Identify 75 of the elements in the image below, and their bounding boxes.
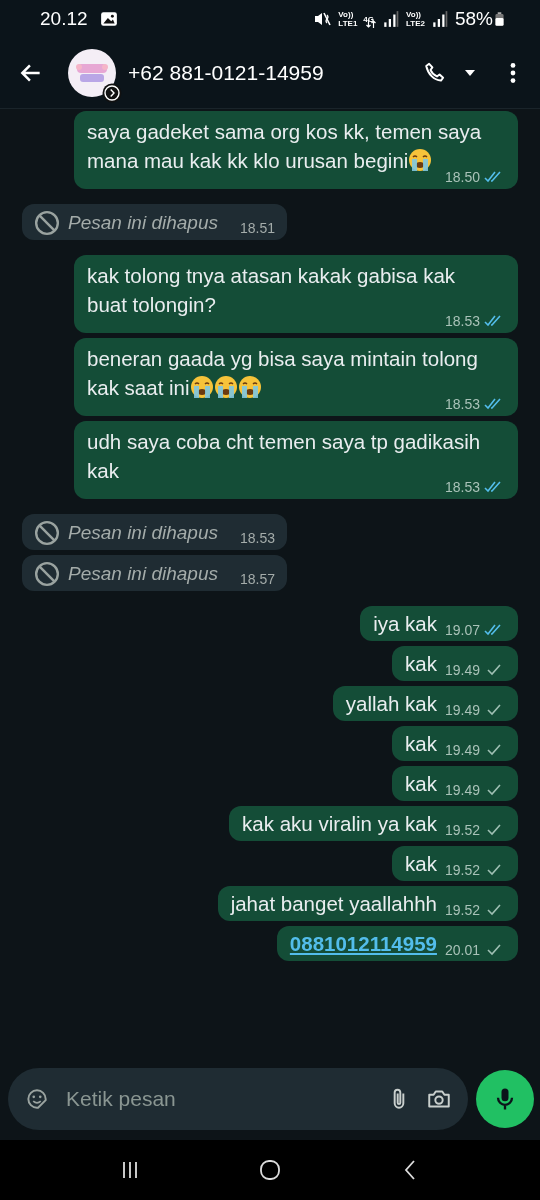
message-time: 18.57 — [240, 571, 276, 587]
signal-icon — [382, 10, 400, 28]
message-time: 18.53 — [444, 479, 480, 495]
message-text: udh saya coba cht temen saya tp gadikasih kak — [87, 429, 482, 482]
message-field[interactable]: Ketik pesan — [8, 1068, 468, 1130]
message-text: kak aku viralin ya kak — [242, 811, 437, 837]
deleted-text: Pesan ini dihapus — [68, 212, 218, 234]
sim-label: Vo)) LTE1 — [338, 10, 358, 28]
message-bubble[interactable]: kak 19.49 — [392, 726, 518, 761]
deleted-message[interactable]: Pesan ini dihapus 18.57 — [22, 555, 288, 591]
contact-name[interactable]: +62 881-0121-14959 — [128, 61, 422, 85]
message-time: 20.01 — [444, 942, 480, 958]
message-text: kak — [405, 651, 437, 677]
battery-percent: 58% — [454, 8, 493, 30]
message-time: 18.53 — [444, 313, 480, 329]
message-time: 19.49 — [444, 782, 480, 798]
deleted-message[interactable]: Pesan ini dihapus 18.53 — [22, 514, 288, 550]
message-bubble[interactable]: kak 19.52 — [392, 846, 518, 881]
message-time: 19.52 — [444, 822, 480, 838]
message-bubble[interactable]: 0881012114959 20.01 — [276, 926, 518, 961]
message-bubble[interactable]: saya gadeket sama org kos kk, temen saya mana mau kak kk klo urusan begini 18.50 — [74, 111, 518, 189]
home-icon[interactable] — [258, 1158, 282, 1182]
blocked-icon — [34, 520, 60, 546]
message-input[interactable]: Ketik pesan — [64, 1086, 372, 1112]
message-text: yallah kak — [345, 691, 437, 717]
message-text: kak — [405, 771, 437, 797]
message-text: kak tolong tnya atasan kakak gabisa kak buat tolongin? — [87, 263, 457, 316]
message-time: 18.53 — [444, 396, 480, 412]
sim-label: Vo)) LTE2 — [406, 10, 425, 28]
message-bubble[interactable]: beneran gaada yg bisa saya mintain tolong kak saat ini 18.53 — [74, 338, 518, 416]
phone-link[interactable]: 0881012114959 — [289, 929, 437, 958]
message-time: 19.49 — [444, 702, 480, 718]
message-bubble[interactable]: kak tolong tnya atasan kakak gabisa kak buat tolongin? 18.53 — [74, 255, 518, 333]
avatar[interactable] — [68, 49, 116, 97]
message-bubble[interactable]: kak 19.49 — [392, 766, 518, 801]
message-time: 19.49 — [444, 662, 480, 678]
blocked-icon — [34, 561, 60, 587]
message-time: 19.49 — [444, 742, 480, 758]
deleted-message[interactable]: Pesan ini dihapus 18.51 — [22, 204, 288, 240]
mute-icon — [314, 10, 333, 28]
status-time: 20.12 — [40, 8, 88, 30]
crying-face-icon — [408, 148, 433, 172]
message-bubble[interactable]: kak 19.49 — [392, 646, 518, 681]
message-text: kak — [405, 851, 437, 877]
message-bubble[interactable]: kak aku viralin ya kak 19.52 — [229, 806, 518, 841]
microphone-button[interactable] — [476, 1070, 534, 1128]
message-bubble[interactable]: yallah kak 19.49 — [332, 686, 518, 721]
image-icon — [99, 10, 118, 28]
battery-icon — [495, 11, 504, 27]
chevron-icon[interactable] — [102, 83, 122, 103]
sticker-icon[interactable] — [24, 1086, 50, 1112]
signal-icon — [430, 10, 449, 28]
deleted-text: Pesan ini dihapus — [68, 522, 218, 544]
blocked-icon — [34, 210, 60, 236]
message-text: iya kak — [373, 611, 437, 637]
message-time: 18.50 — [444, 169, 480, 185]
deleted-text: Pesan ini dihapus — [68, 563, 218, 585]
crying-face-icon — [189, 375, 214, 399]
message-time: 19.52 — [444, 902, 480, 918]
crying-face-icon — [213, 375, 238, 399]
caret-icon[interactable] — [464, 69, 476, 77]
message-text: beneran gaada yg bisa saya mintain tolong kak saat ini — [87, 346, 479, 399]
message-text: kak — [405, 731, 437, 757]
data-arrows-icon — [366, 20, 376, 28]
message-text: saya gadeket sama org kos kk, temen saya mana mau kak kk klo urusan begini — [87, 119, 483, 172]
message-time: 18.51 — [240, 220, 276, 236]
message-time: 19.52 — [444, 862, 480, 878]
message-text: jahat banget yaallahhh — [230, 891, 437, 917]
message-bubble[interactable]: iya kak 19.07 — [360, 606, 518, 641]
message-bubble[interactable]: jahat banget yaallahhh 19.52 — [217, 886, 518, 921]
crying-face-icon — [237, 375, 262, 399]
message-bubble[interactable]: udh saya coba cht temen saya tp gadikasih kak 18.53 — [74, 421, 518, 499]
message-time: 18.53 — [240, 530, 276, 546]
network-label: 4G — [363, 14, 374, 24]
message-time: 19.07 — [444, 622, 480, 638]
